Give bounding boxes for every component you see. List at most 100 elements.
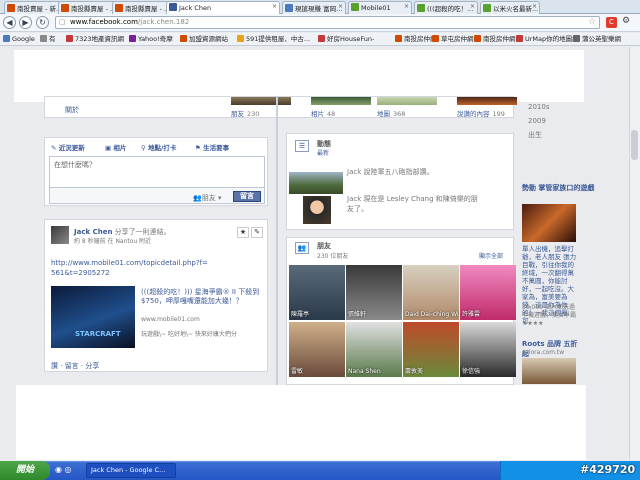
browser-tab[interactable]: 現搶現賺 富岡... × xyxy=(282,1,346,14)
url-path: /jack.chen.182 xyxy=(137,18,190,26)
start-button[interactable]: 開始 xyxy=(0,461,50,480)
ad-2-image[interactable] xyxy=(522,358,576,384)
friend-name: 蕭敦美 xyxy=(405,368,424,375)
close-tab-icon[interactable]: × xyxy=(404,3,409,10)
stat-item[interactable]: 說讚的內容 199 xyxy=(457,108,505,118)
bookmark-item[interactable]: 7323地產資訊網 xyxy=(66,34,124,45)
browser-tab[interactable]: 以米火名最新... × xyxy=(480,1,540,14)
back-icon[interactable]: ◀ xyxy=(3,16,16,29)
year-2009[interactable]: 2009 xyxy=(528,114,549,128)
bookmark-item[interactable]: 南投房仲網 xyxy=(474,34,516,45)
forward-icon[interactable]: ▶ xyxy=(19,16,32,29)
tab-label: 南投縣賣屋 - ... xyxy=(71,5,117,13)
stat-thumbnail[interactable] xyxy=(231,97,291,105)
bookmark-item[interactable]: UrMap你的地圖網 xyxy=(516,34,579,45)
tab-label: Jack Chen xyxy=(179,4,212,12)
ad-1-image[interactable] xyxy=(522,204,576,242)
tab-place[interactable]: ⚲ 地點/打卡 xyxy=(141,142,176,152)
tab-favicon-icon xyxy=(7,4,15,12)
bookmark-item[interactable]: Yahoo!奇摩 xyxy=(129,34,173,45)
tab-label: 南投縣賣屋 - ... xyxy=(125,5,171,13)
link-domain: www.mobile01.com xyxy=(141,316,200,323)
friend-tile[interactable]: Daid Dai-ching Wu xyxy=(403,265,459,320)
bookmark-item[interactable]: 蒲公英聖樂網 xyxy=(573,34,621,45)
tab-label: 南投賣屋 - 新... xyxy=(17,5,63,13)
stat-label: 說讚的內容 xyxy=(457,110,490,118)
comment-link[interactable]: 留言 xyxy=(65,362,79,370)
navigation-bar: ◀ ▶ ↻ ▢ www.facebook.com/jack.chen.182 ☆ … xyxy=(0,14,640,32)
bookmark-item[interactable]: Google xyxy=(3,34,35,45)
bookmark-item[interactable]: 有 xyxy=(40,34,56,45)
ad-1-title[interactable]: 勢動 掌管家族口的遊戲 xyxy=(522,184,632,193)
audience-selector[interactable]: 👥朋友 ▾ xyxy=(193,193,221,203)
friend-tile[interactable]: Nana Shen xyxy=(346,322,402,377)
post-actions: 讚 · 留言 · 分享 xyxy=(51,362,100,370)
extension-icon[interactable]: C xyxy=(606,17,617,28)
bookmark-item[interactable]: 加盟資源網站 xyxy=(180,34,228,45)
reload-icon[interactable]: ↻ xyxy=(36,16,49,29)
tab-status-update[interactable]: ✎ 近況更新 xyxy=(51,142,85,152)
stat-thumbnail[interactable] xyxy=(377,97,437,105)
friend-tile[interactable]: 徐信強 xyxy=(460,322,516,377)
stat-count: 230 xyxy=(247,110,260,118)
ad-1-stats: 30,000 個人都玩過手機遊戲，美女爭霸★★★★ xyxy=(522,304,577,327)
bookmark-item[interactable]: 草屯房仲網 xyxy=(432,34,474,45)
friend-tile[interactable]: 雷敏 xyxy=(289,322,345,377)
stat-thumbnail[interactable] xyxy=(457,97,517,105)
friend-tile[interactable]: 張維軒 xyxy=(346,265,402,320)
activity-item-1: Jack 說陸軍五八砲指部讚。 xyxy=(347,168,434,176)
browser-tab[interactable]: Jack Chen × xyxy=(166,1,280,14)
activity-sort[interactable]: 最新 xyxy=(317,148,329,157)
status-input[interactable]: 在想什麼嗎？ xyxy=(49,156,265,188)
post-author[interactable]: Jack Chen xyxy=(74,228,112,236)
chrome-icon[interactable]: ◎ xyxy=(65,465,72,474)
star-icon[interactable]: ☆ xyxy=(588,17,596,27)
browser-tab[interactable]: (((超殺的吃！... × xyxy=(414,1,478,14)
star-button[interactable]: ★ xyxy=(237,227,249,238)
bookmark-item[interactable]: 591提供租屋、中古... xyxy=(237,34,310,45)
link-preview[interactable]: STARCRAFT (((超殺的吃！))) 星海爭霸® II 下殺到$750，呷… xyxy=(51,286,261,348)
bookmark-item[interactable]: 好房HouseFun- xyxy=(318,34,374,45)
about-link[interactable]: 關於 xyxy=(65,105,79,115)
stat-item[interactable]: 地圖 368 xyxy=(377,108,405,118)
scrollbar-thumb[interactable] xyxy=(631,130,638,160)
tab-photo[interactable]: ▣ 相片 xyxy=(105,142,126,152)
stat-thumbnail[interactable] xyxy=(311,97,371,105)
friends-count: 230 位朋友 xyxy=(317,253,349,260)
stat-item[interactable]: 朋友 230 xyxy=(231,108,259,118)
edit-button[interactable]: ✎ xyxy=(251,227,263,238)
friend-tile[interactable]: 許雅雲 xyxy=(460,265,516,320)
tab-life-event[interactable]: ⚑ 生活要事 xyxy=(195,142,229,152)
scrollbar[interactable] xyxy=(629,47,640,460)
bookmark-label: 南投房仲網 xyxy=(483,35,516,43)
close-tab-icon[interactable]: × xyxy=(532,3,537,10)
see-all-friends-link[interactable]: 顯示全部 xyxy=(479,251,503,260)
address-bar[interactable]: ▢ www.facebook.com/jack.chen.182 xyxy=(55,16,600,29)
year-2010s[interactable]: 2010s xyxy=(528,100,549,114)
bookmark-icon xyxy=(395,35,402,42)
bookmark-item[interactable]: 南投房仲網 xyxy=(395,34,437,45)
activity-thumb-1[interactable] xyxy=(289,172,343,194)
firefox-icon[interactable]: ◉ xyxy=(55,465,62,474)
wrench-icon[interactable]: ⚙ xyxy=(622,16,630,26)
close-tab-icon[interactable]: × xyxy=(470,3,475,10)
post-url[interactable]: http://www.mobile01.com/topicdetail.php?… xyxy=(51,258,211,278)
avatar[interactable] xyxy=(51,226,69,244)
post-button[interactable]: 留言 xyxy=(233,191,261,202)
tab-favicon-icon xyxy=(61,4,69,12)
starcraft-logo-icon: STARCRAFT xyxy=(75,330,121,338)
friend-tile[interactable]: 陳羅亭 xyxy=(289,265,345,320)
like-link[interactable]: 讚 xyxy=(51,362,58,370)
stat-count: 368 xyxy=(393,110,406,118)
close-tab-icon[interactable]: × xyxy=(338,3,343,10)
year-born[interactable]: 出生 xyxy=(528,128,549,142)
activity-thumb-2[interactable] xyxy=(303,196,331,224)
friend-tile[interactable]: 蕭敦美 xyxy=(403,322,459,377)
close-tab-icon[interactable]: × xyxy=(272,3,277,10)
share-link[interactable]: 分享 xyxy=(85,362,99,370)
stat-item[interactable]: 相片 48 xyxy=(311,108,335,118)
browser-tab[interactable]: Mobile01 × xyxy=(348,1,412,14)
link-title[interactable]: (((超殺的吃！))) 星海爭霸® II 下殺到$750，呷厚嘎嘴還能加大幾！？ xyxy=(141,288,261,306)
taskbar-window[interactable]: Jack Chen - Google C... xyxy=(86,463,176,478)
friend-name: 張維軒 xyxy=(348,311,367,318)
